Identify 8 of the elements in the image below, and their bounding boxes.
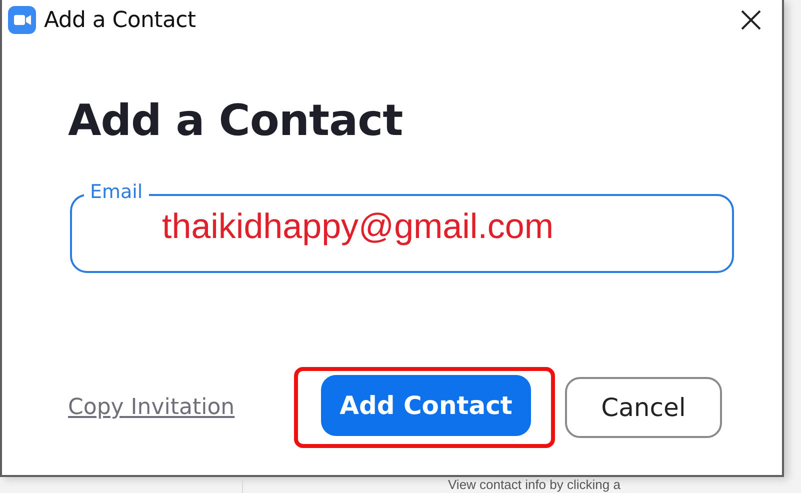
close-icon[interactable]: [740, 9, 762, 31]
window-title: Add a Contact: [44, 8, 197, 32]
add-contact-button[interactable]: Add Contact: [321, 375, 531, 436]
dialog-heading: Add a Contact: [68, 96, 404, 146]
background-text: View contact info by clicking a: [448, 477, 620, 493]
copy-invitation-link[interactable]: Copy Invitation: [68, 395, 294, 420]
video-camera-icon: [8, 6, 36, 34]
cancel-button[interactable]: Cancel: [565, 377, 722, 438]
